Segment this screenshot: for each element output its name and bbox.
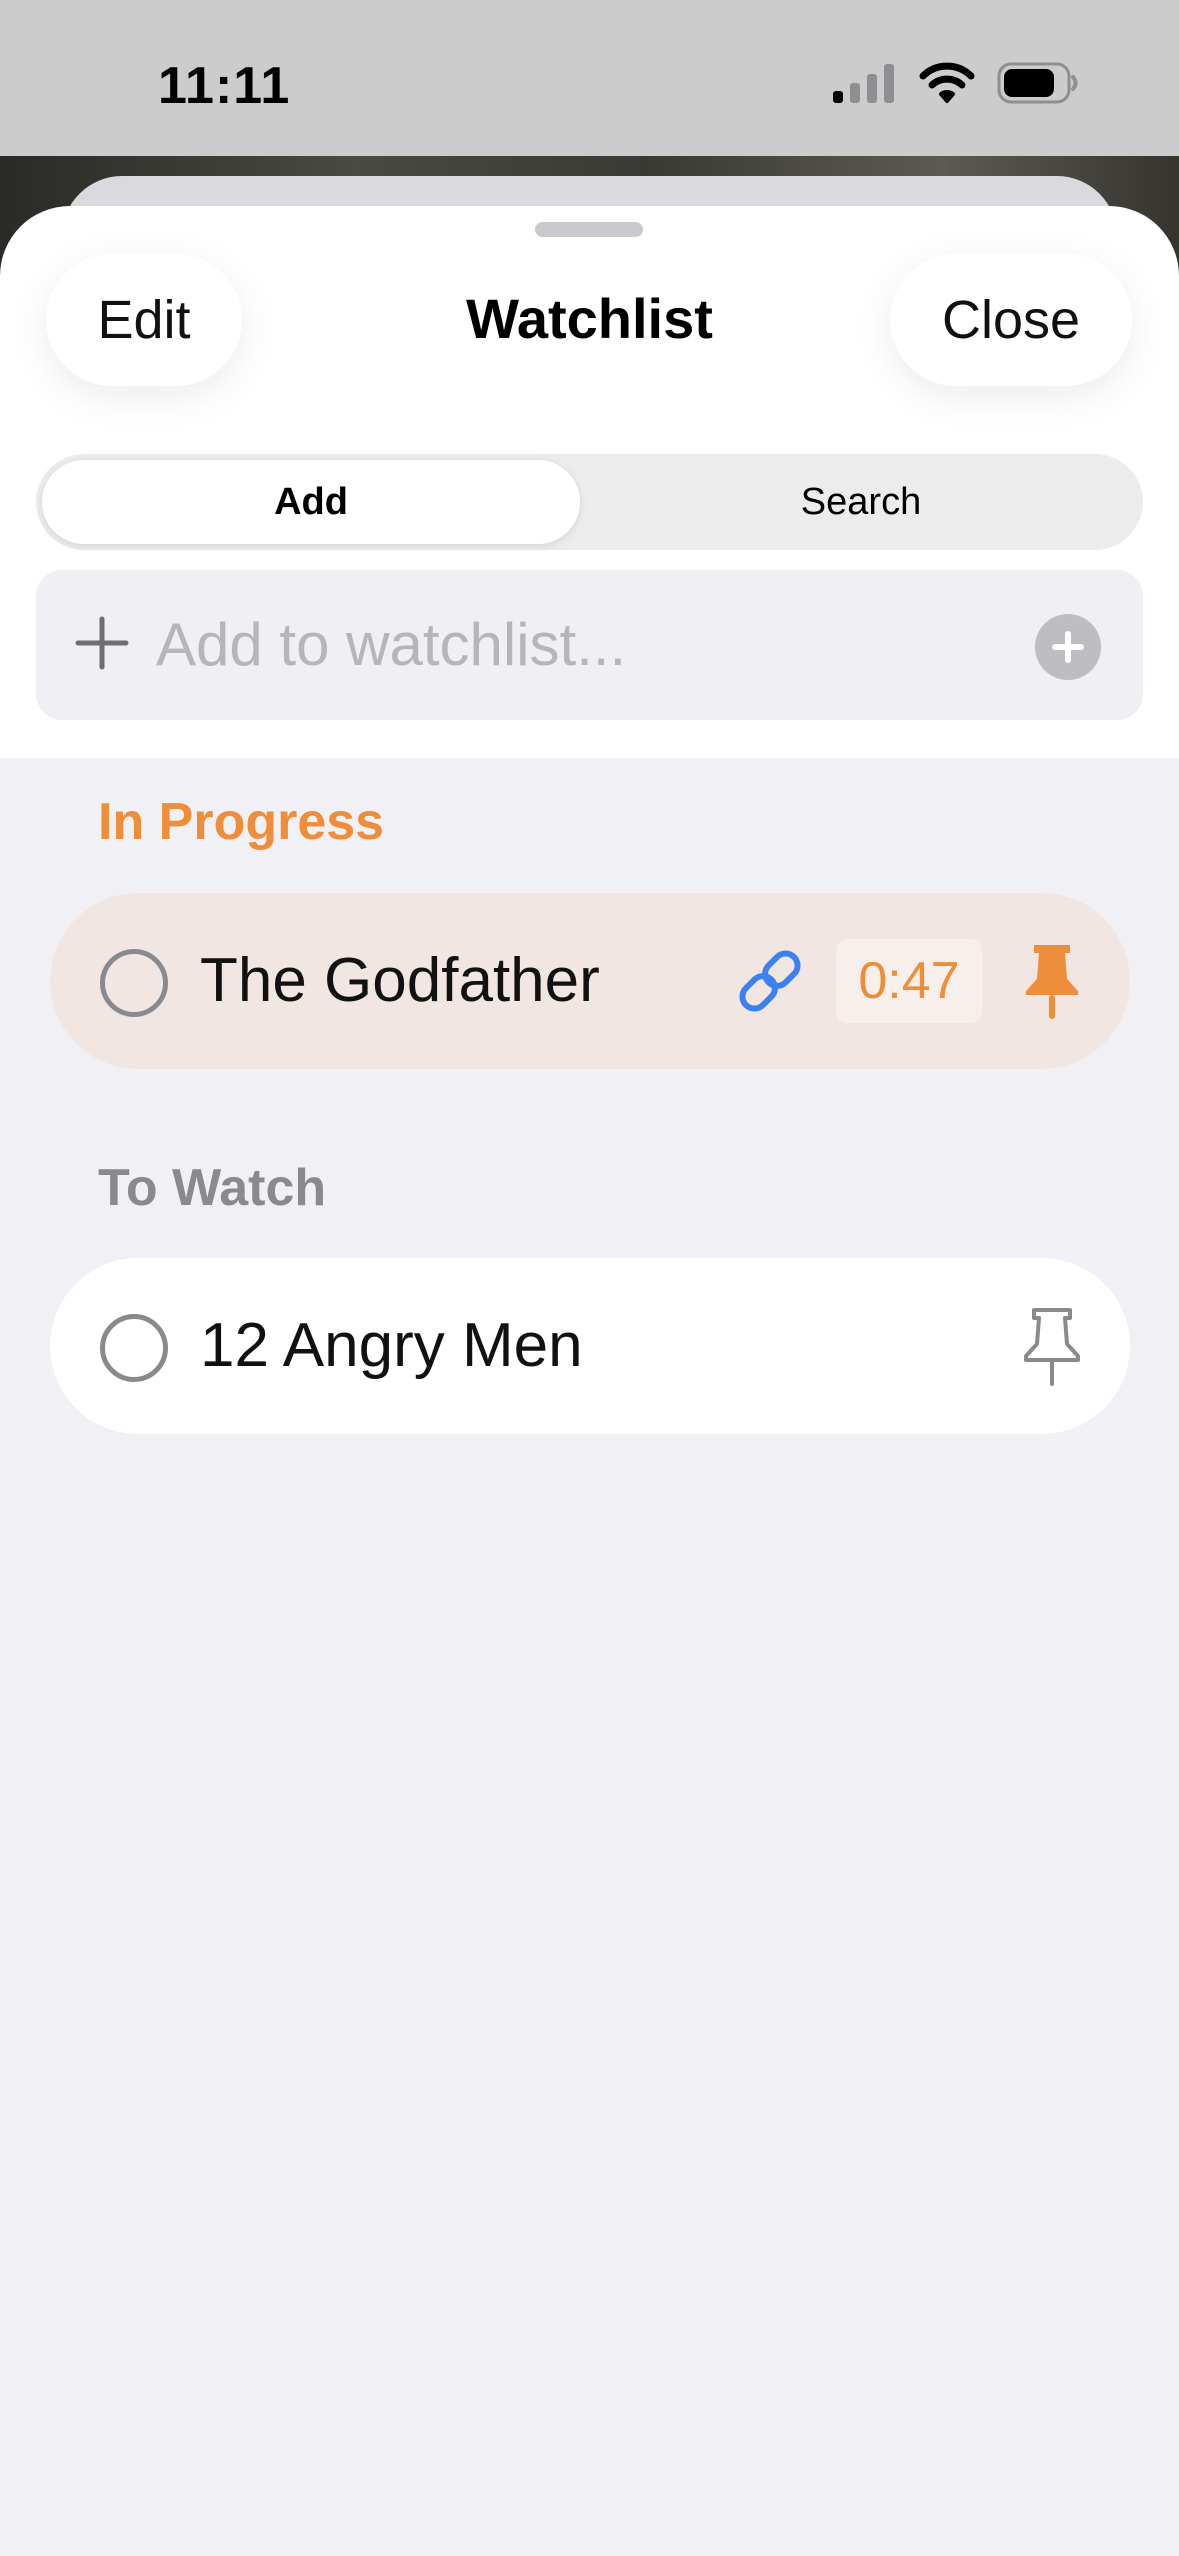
watchlist-item-12-angry-men[interactable]: 12 Angry Men [50,1258,1130,1434]
item-title: 12 Angry Men [200,1311,583,1380]
add-to-watchlist-input[interactable]: Add to watchlist... [156,610,626,679]
add-submit-button[interactable] [1035,614,1101,680]
status-icons [833,62,1079,104]
item-title: The Godfather [200,946,600,1015]
pin-outline-icon[interactable] [1010,1304,1094,1388]
pin-filled-icon[interactable] [1010,939,1094,1023]
segment-search[interactable]: Search [586,454,1136,550]
status-time: 11:11 [158,57,291,115]
battery-icon [997,62,1078,104]
wifi-icon [919,62,975,103]
plus-icon [75,616,129,670]
circle-checkbox-icon[interactable] [100,1314,168,1382]
add-to-watchlist-field[interactable]: Add to watchlist... [36,570,1143,720]
circle-checkbox-icon[interactable] [100,949,168,1017]
section-header-in-progress: In Progress [98,793,385,851]
watchlist-item-the-godfather[interactable]: The Godfather 0:47 [50,893,1130,1069]
plus-circle-icon [1052,631,1084,663]
sheet-grabber[interactable] [535,222,643,237]
section-header-to-watch: To Watch [98,1159,327,1217]
status-bar: 11:11 [0,0,1179,156]
link-icon[interactable] [730,941,810,1021]
close-button[interactable]: Close [890,254,1132,386]
segment-add[interactable]: Add [42,454,580,550]
timer-badge[interactable]: 0:47 [836,939,982,1023]
cellular-signal-icon [833,64,894,103]
segmented-control: Add Search [36,454,1143,550]
